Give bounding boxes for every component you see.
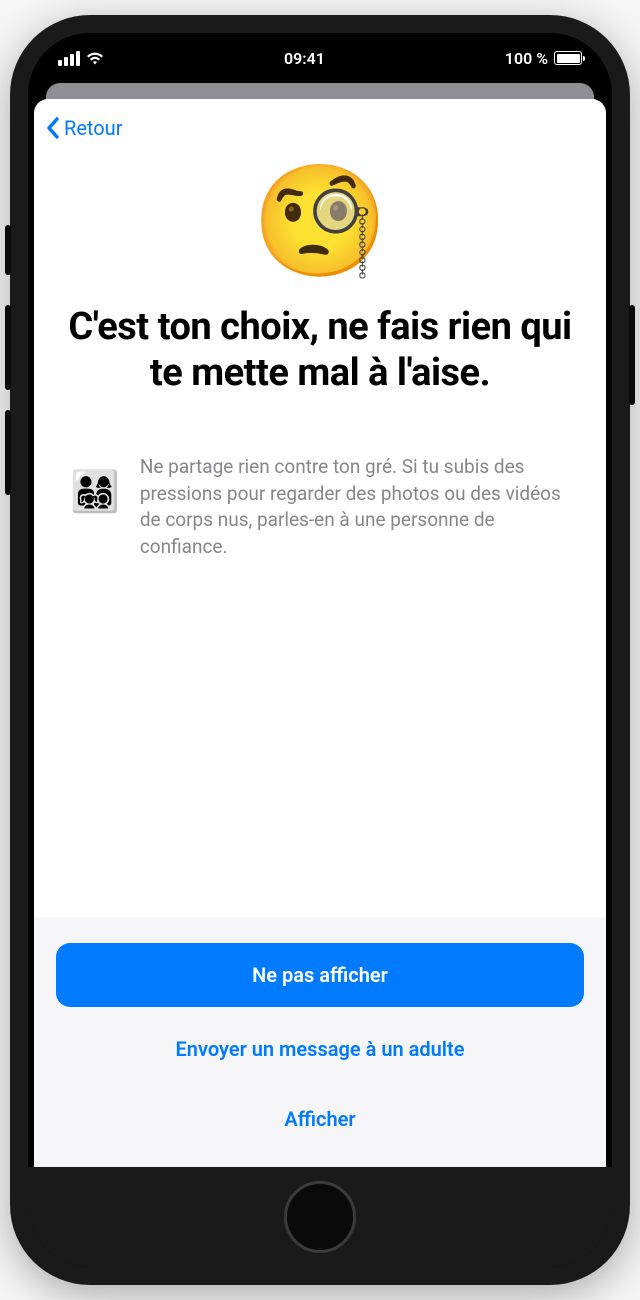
page-title: C'est ton choix, ne fais rien qui te met… [64, 305, 576, 396]
home-button[interactable] [284, 1181, 356, 1253]
volume-down-button [5, 410, 11, 495]
screen-content: 09:41 100 % Retour [28, 33, 612, 1167]
status-right: 100 % [505, 49, 582, 68]
cellular-signal-icon [58, 51, 80, 66]
battery-percentage: 100 % [505, 49, 548, 68]
show-button[interactable]: Afficher [56, 1091, 584, 1147]
wifi-icon [86, 51, 104, 65]
battery-icon [554, 51, 582, 65]
phone-frame: 09:41 100 % Retour [10, 15, 630, 1285]
dont-show-button[interactable]: Ne pas afficher [56, 943, 584, 1007]
mute-switch [5, 225, 11, 275]
monocle-emoji-icon: 🧐 [252, 167, 389, 277]
button-tray: Ne pas afficher Envoyer un message à un … [34, 917, 606, 1167]
status-bar: 09:41 100 % [28, 33, 612, 83]
status-left [58, 51, 104, 66]
home-button-area [28, 1167, 612, 1267]
family-emoji-icon: 👨‍👩‍👧‍👦 [70, 472, 120, 512]
nav-bar: Retour [34, 99, 606, 157]
back-label: Retour [64, 116, 123, 140]
volume-up-button [5, 305, 11, 390]
info-text: Ne partage rien contre ton gré. Si tu su… [140, 454, 570, 560]
content-area: 🧐 C'est ton choix, ne fais rien qui te m… [34, 157, 606, 917]
back-button[interactable]: Retour [46, 116, 123, 140]
modal-sheet: Retour 🧐 C'est ton choix, ne fais rien q… [34, 99, 606, 1167]
power-button [629, 305, 635, 405]
message-adult-button[interactable]: Envoyer un message à un adulte [56, 1021, 584, 1077]
sheet-backdrop: Retour 🧐 C'est ton choix, ne fais rien q… [28, 83, 612, 1167]
phone-screen: 09:41 100 % Retour [28, 33, 612, 1267]
status-time: 09:41 [284, 49, 325, 68]
chevron-left-icon [46, 116, 60, 140]
info-row: 👨‍👩‍👧‍👦 Ne partage rien contre ton gré. … [64, 454, 576, 560]
